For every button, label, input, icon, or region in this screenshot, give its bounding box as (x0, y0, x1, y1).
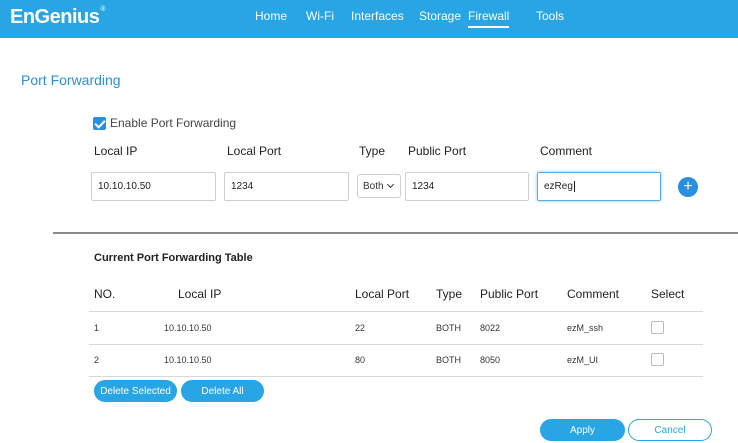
cell-no: 2 (94, 355, 100, 365)
cell-public-port: 8022 (480, 323, 501, 333)
apply-button[interactable]: Apply (540, 419, 625, 441)
th-select: Select (651, 287, 685, 301)
nav-item-wifi[interactable]: Wi-Fi (306, 9, 334, 23)
enable-port-forwarding-label[interactable]: Enable Port Forwarding (110, 116, 236, 130)
section-divider (53, 232, 738, 234)
type-select-value: Both (363, 180, 384, 192)
local-ip-value: 10.10.10.50 (98, 181, 151, 192)
page-title: Port Forwarding (21, 72, 121, 88)
public-port-input[interactable]: 1234 (405, 172, 529, 201)
th-local-ip: Local IP (178, 287, 222, 301)
type-select[interactable]: Both (357, 174, 401, 198)
cancel-button[interactable]: Cancel (628, 419, 712, 441)
local-port-label: Local Port (227, 144, 282, 158)
cell-local-port: 80 (355, 355, 366, 365)
delete-selected-button[interactable]: Delete Selected (94, 380, 177, 402)
delete-all-button[interactable]: Delete All (181, 380, 264, 402)
th-local-port: Local Port (355, 287, 410, 301)
nav-item-storage[interactable]: Storage (419, 9, 461, 23)
local-port-input[interactable]: 1234 (224, 172, 349, 201)
enable-port-forwarding-checkbox[interactable] (93, 116, 106, 130)
table-title: Current Port Forwarding Table (94, 252, 253, 264)
nav-item-home[interactable]: Home (255, 9, 287, 23)
chevron-down-icon (386, 180, 394, 189)
comment-value: ezReg (544, 181, 573, 192)
local-port-value: 1234 (231, 181, 254, 192)
local-ip-label: Local IP (94, 144, 138, 158)
th-no: NO. (94, 287, 116, 301)
comment-label: Comment (540, 144, 593, 158)
public-port-label: Public Port (408, 144, 467, 158)
cell-no: 1 (94, 323, 100, 333)
th-comment: Comment (567, 287, 620, 301)
text-cursor (573, 181, 575, 192)
nav-item-interfaces[interactable]: Interfaces (351, 9, 404, 23)
cell-comment: ezM_ssh (567, 323, 604, 333)
cell-local-ip: 10.10.10.50 (164, 355, 212, 365)
comment-input[interactable]: ezReg (537, 172, 661, 201)
nav-item-tools[interactable]: Tools (536, 9, 564, 23)
row-select-checkbox[interactable] (651, 321, 664, 334)
public-port-value: 1234 (412, 181, 435, 192)
th-public-port: Public Port (480, 287, 539, 301)
th-type: Type (436, 287, 463, 301)
cell-type: BOTH (436, 355, 462, 365)
top-nav-bar: EnGenius® Home Wi-Fi Interfaces Storage … (0, 0, 738, 38)
row-select-checkbox[interactable] (651, 353, 664, 366)
row-divider (89, 311, 703, 312)
cell-local-ip: 10.10.10.50 (164, 323, 212, 333)
cell-comment: ezM_UI (567, 355, 599, 365)
plus-icon: + (683, 178, 693, 195)
registered-mark: ® (100, 6, 106, 13)
nav-item-firewall[interactable]: Firewall (468, 9, 510, 28)
cell-public-port: 8050 (480, 355, 501, 365)
cell-type: BOTH (436, 323, 462, 333)
add-rule-button[interactable]: + (678, 177, 698, 197)
type-label: Type (359, 144, 386, 158)
brand-name: EnGenius (10, 6, 100, 28)
enable-port-forwarding-row: Enable Port Forwarding (93, 116, 236, 130)
cell-local-port: 22 (355, 323, 366, 333)
row-divider (89, 376, 703, 377)
brand-logo[interactable]: EnGenius® (10, 6, 105, 29)
row-divider (89, 344, 703, 345)
local-ip-input[interactable]: 10.10.10.50 (91, 172, 216, 201)
